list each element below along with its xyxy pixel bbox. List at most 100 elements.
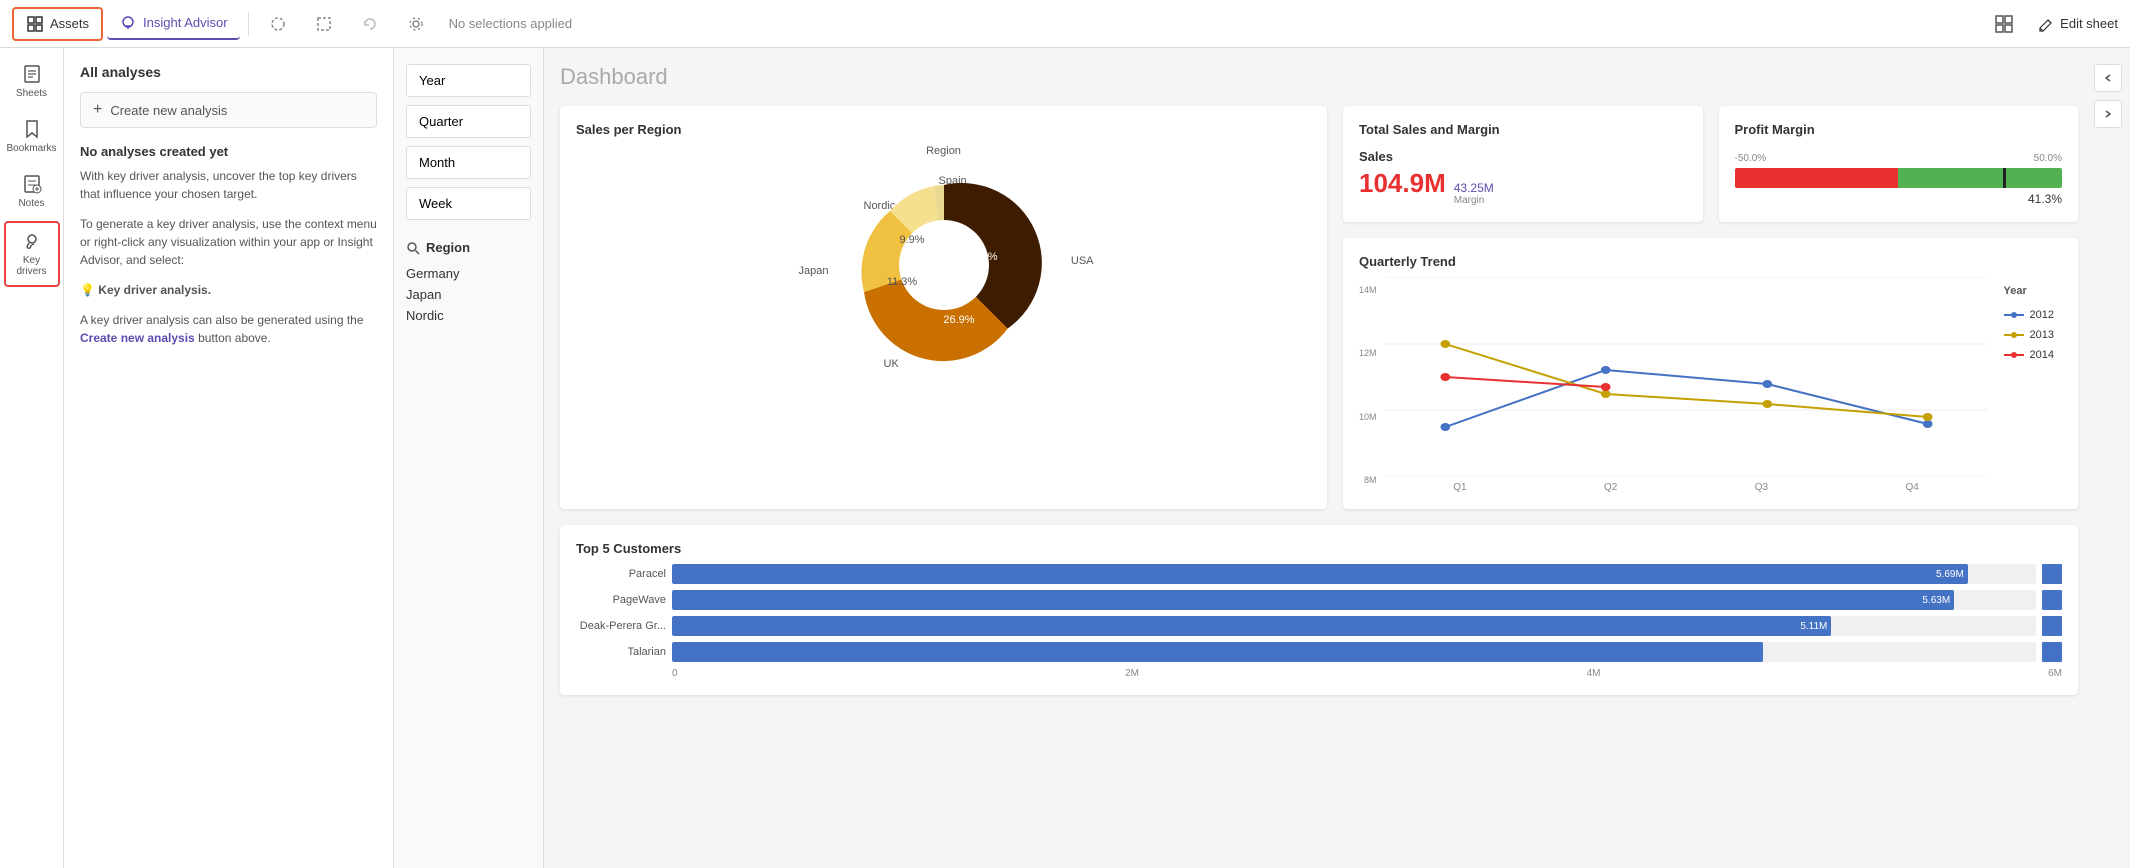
next-arrow[interactable] [2094,100,2122,128]
right-column: Total Sales and Margin Sales 104.9M 43.2… [1343,106,2078,509]
profit-margin-content: -50.0% 50.0% 41.3% [1735,153,2063,206]
bar-label-deak: Deak-Perera Gr... [576,620,666,632]
assets-button[interactable]: Assets [12,7,103,41]
create-new-link[interactable]: Create new analysis [80,331,195,345]
key-drivers-label: Key drivers [10,255,54,277]
region-section: Region Germany Japan Nordic [406,240,531,326]
donut-chart: 45.5% 26.9% 11.3% 9.9% [844,165,1044,365]
legend-2012-icon [2004,310,2024,320]
pm-bar-red [1735,168,1899,188]
grid-view-button[interactable] [1982,8,2026,40]
bar-row-talarian: Talarian [576,642,2062,662]
rect-select-button[interactable] [303,9,345,39]
assets-label: Assets [50,16,89,31]
bar-val-paracel: 5.69M [1936,569,1964,580]
bar-mini-talarian [2042,642,2062,662]
create-analysis-button[interactable]: + Create new analysis [80,92,377,128]
x-axis-labels: Q1Q2Q3Q4 [1385,480,1988,493]
edit-sheet-button[interactable]: Edit sheet [2038,16,2118,32]
region-label: Region [406,240,531,255]
sales-label: Sales [1359,149,1687,164]
charts-top-row: Sales per Region Region Spain Nordic Jap… [560,106,2078,509]
sales-info: Sales 104.9M 43.25M Margin [1359,149,1687,206]
legend-2013-icon [2004,330,2024,340]
settings-icon [407,15,425,33]
sales-per-region-card: Sales per Region Region Spain Nordic Jap… [560,106,1327,509]
total-sales-card: Total Sales and Margin Sales 104.9M 43.2… [1343,106,1703,222]
dashboard: Dashboard Sales per Region Region Spain … [544,48,2094,868]
region-item-germany[interactable]: Germany [406,263,531,284]
main-layout: Sheets Bookmarks Notes [0,48,2130,868]
key-drivers-icon [22,231,42,251]
quarterly-line-chart [1385,277,1988,477]
plus-icon: + [93,101,102,119]
quarterly-svg-container: Q1Q2Q3Q4 [1385,277,1988,493]
sidebar-item-sheets[interactable]: Sheets [4,56,60,107]
settings-button[interactable] [395,9,437,39]
bar-track-paracel: 5.69M [672,564,2036,584]
usa-label: USA [1071,255,1094,267]
sidebar-item-key-drivers[interactable]: Key drivers [4,221,60,287]
sales-amount: 104.9M [1359,168,1446,199]
bar-val-deak: 5.11M [1800,621,1827,632]
filter-week[interactable]: Week [406,187,531,220]
y-axis-labels: 14M 12M 10M 8M [1359,277,1377,493]
filter-year[interactable]: Year [406,64,531,97]
all-analyses-title: All analyses [80,64,377,80]
bar-row-pagewave: PageWave 5.63M [576,590,2062,610]
analysis-desc-2: To generate a key driver analysis, use t… [80,215,377,269]
legend-2012: 2012 [2004,309,2054,321]
region-item-nordic[interactable]: Nordic [406,305,531,326]
top-navigation: Assets Insight Advisor [0,0,2130,48]
region-item-japan[interactable]: Japan [406,284,531,305]
quarterly-title: Quarterly Trend [1359,254,2062,269]
grid-icon [1994,14,2014,34]
profit-margin-bar [1735,168,2063,188]
sales-region-title: Sales per Region [576,122,1311,137]
analysis-desc-1: With key driver analysis, uncover the to… [80,167,377,203]
bar-track-deak: 5.11M [672,616,2036,636]
sheets-icon [22,64,42,84]
sidebar-item-bookmarks[interactable]: Bookmarks [4,111,60,162]
top5-title: Top 5 Customers [576,541,2062,556]
insight-advisor-button[interactable]: Insight Advisor [107,8,240,40]
filter-quarter[interactable]: Quarter [406,105,531,138]
top5-customers-card: Top 5 Customers Paracel 5.69M [560,525,2078,695]
bar-label-paracel: Paracel [576,568,666,580]
bar-fill-paracel: 5.69M [672,564,1968,584]
bar-mini-deak [2042,616,2062,636]
no-analyses-title: No analyses created yet [80,144,377,159]
prev-arrow[interactable] [2094,64,2122,92]
bar-row-paracel: Paracel 5.69M [576,564,2062,584]
svg-text:11.3%: 11.3% [886,276,917,288]
search-icon [406,241,420,255]
chevron-right-icon [2103,109,2113,119]
bar-val-pagewave: 5.63M [1922,595,1950,606]
legend-2014-icon [2004,350,2024,360]
lasso-icon [269,15,287,33]
bar-fill-pagewave: 5.63M [672,590,1954,610]
nav-divider [248,12,249,36]
sales-values: 104.9M 43.25M Margin [1359,168,1687,206]
pm-percent: 41.3% [1735,192,2063,206]
svg-text:26.9%: 26.9% [943,314,974,326]
undo-icon [361,15,379,33]
filter-month[interactable]: Month [406,146,531,179]
bar-axis: 02M4M6M [576,668,2062,679]
lasso-button[interactable] [257,9,299,39]
top5-bar-chart: Paracel 5.69M PageWave 5.6 [576,564,2062,662]
profit-margin-card: Profit Margin -50.0% 50.0% 41. [1719,106,2079,222]
rect-select-icon [315,15,333,33]
sidebar-item-notes[interactable]: Notes [4,166,60,217]
region-donut-label: Region [926,145,961,157]
bar-label-pagewave: PageWave [576,594,666,606]
bar-fill-deak: 5.11M [672,616,1831,636]
quarterly-legend: Year 2012 [1996,277,2062,493]
sidebar: Sheets Bookmarks Notes [0,48,64,868]
svg-text:45.5%: 45.5% [966,251,997,263]
quarterly-trend-card: Quarterly Trend 14M 12M 10M 8M [1343,238,2078,509]
bar-label-talarian: Talarian [576,646,666,658]
undo-button[interactable] [349,9,391,39]
bar-track-talarian [672,642,2036,662]
legend-2014: 2014 [2004,349,2054,361]
